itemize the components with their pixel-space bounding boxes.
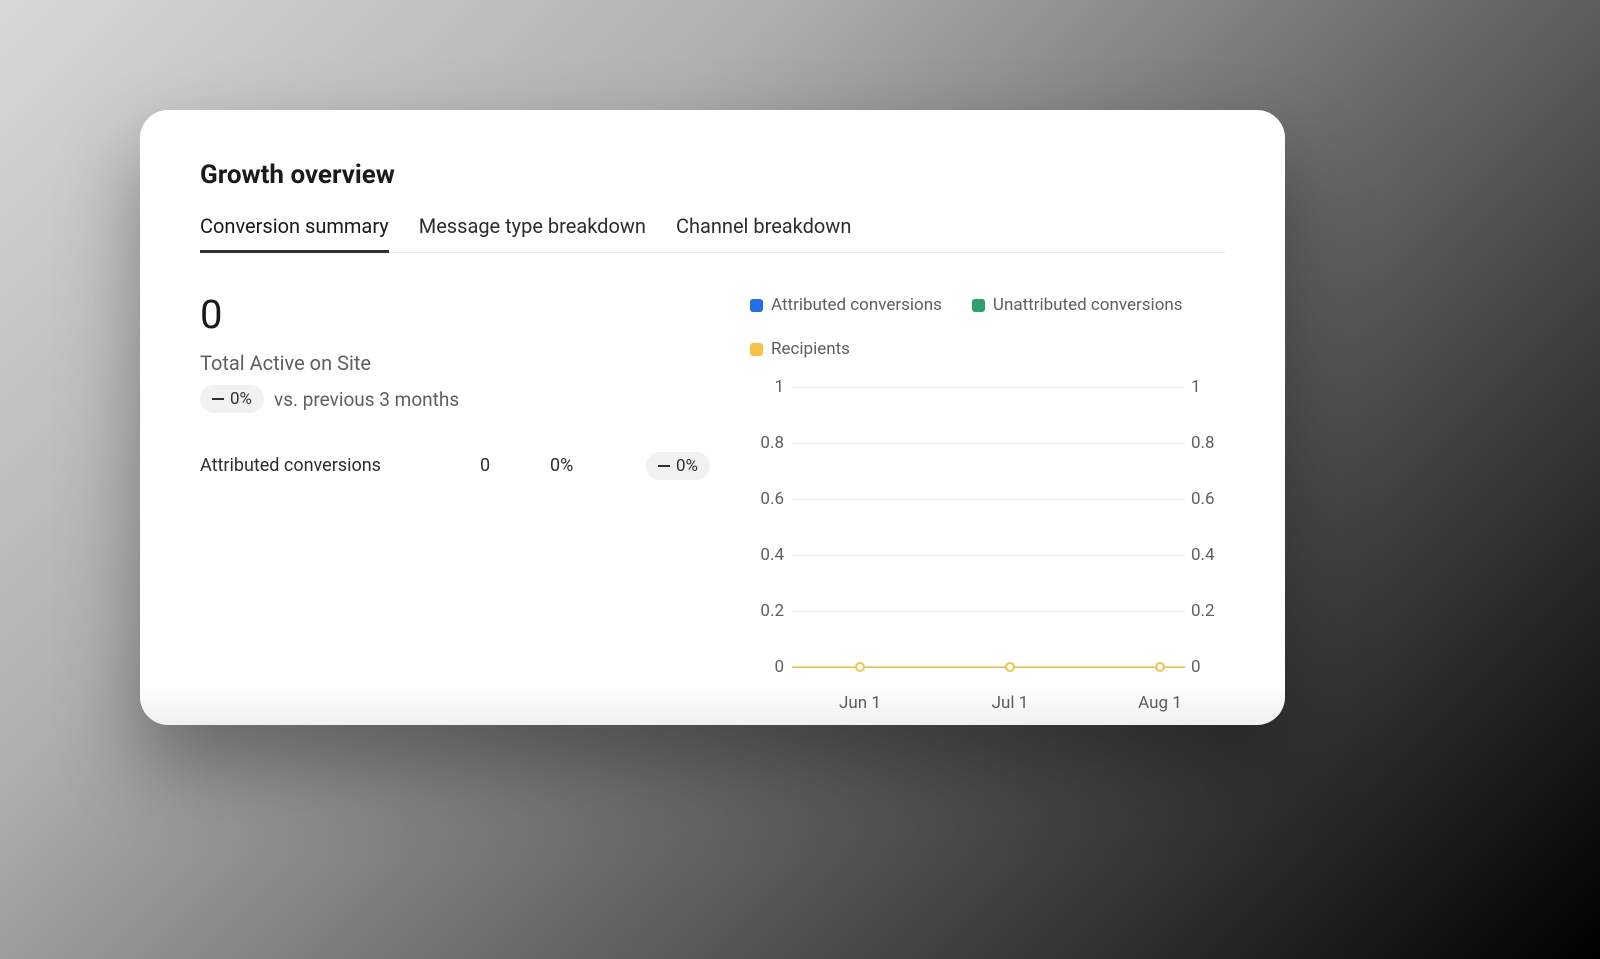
change-pill-attributed-value: 0% xyxy=(676,456,698,476)
legend-unattributed-label: Unattributed conversions xyxy=(993,295,1183,315)
tabs-bar: Conversion summary Message type breakdow… xyxy=(200,214,1225,253)
y2-tick: 0.6 xyxy=(1191,489,1225,509)
total-label: Total Active on Site xyxy=(200,351,710,375)
y-tick: 0 xyxy=(750,657,784,677)
y-tick: 0.6 xyxy=(750,489,784,509)
legend-attributed-label: Attributed conversions xyxy=(771,295,942,315)
trend-flat-icon xyxy=(658,465,670,467)
attributed-row: Attributed conversions 0 0% 0% xyxy=(200,451,710,480)
y-tick: 0.4 xyxy=(750,545,784,565)
change-pill-total: 0% xyxy=(200,385,264,413)
chart-point xyxy=(1155,662,1165,672)
legend-recipients: Recipients xyxy=(750,339,850,359)
y2-tick: 0 xyxy=(1191,657,1225,677)
swatch-blue-icon xyxy=(750,299,763,312)
attributed-value: 0 xyxy=(480,455,550,476)
line-chart: 1 0.8 0.6 0.4 0.2 0 1 0.8 0.6 0.4 0.2 0 … xyxy=(750,377,1225,712)
page-title: Growth overview xyxy=(200,160,1225,190)
content-area: 0 Total Active on Site 0% vs. previous 3… xyxy=(200,295,1225,712)
chart-point xyxy=(1005,662,1015,672)
compare-row: 0% vs. previous 3 months xyxy=(200,385,710,413)
legend-attributed: Attributed conversions xyxy=(750,295,942,315)
change-pill-value: 0% xyxy=(230,389,252,409)
attributed-label: Attributed conversions xyxy=(200,455,480,476)
swatch-green-icon xyxy=(972,299,985,312)
y2-tick: 0.2 xyxy=(1191,601,1225,621)
total-value: 0 xyxy=(200,295,710,335)
tab-channel-breakdown[interactable]: Channel breakdown xyxy=(676,214,851,252)
chart-panel: Attributed conversions Unattributed conv… xyxy=(750,295,1225,712)
trend-flat-icon xyxy=(212,398,224,400)
tab-conversion-summary[interactable]: Conversion summary xyxy=(200,214,389,252)
tab-message-type-breakdown[interactable]: Message type breakdown xyxy=(419,214,646,252)
x-tick: Jul 1 xyxy=(992,693,1029,713)
attributed-percent: 0% xyxy=(550,455,620,476)
y-tick: 1 xyxy=(750,377,784,397)
y-tick: 0.2 xyxy=(750,601,784,621)
growth-overview-card: Growth overview Conversion summary Messa… xyxy=(140,110,1285,725)
compare-text: vs. previous 3 months xyxy=(274,388,459,411)
y-tick: 0.8 xyxy=(750,433,784,453)
summary-panel: 0 Total Active on Site 0% vs. previous 3… xyxy=(200,295,710,712)
series-recipients-line xyxy=(792,666,1185,668)
x-tick: Aug 1 xyxy=(1138,693,1182,713)
chart-point xyxy=(855,662,865,672)
change-pill-attributed: 0% xyxy=(646,452,710,480)
legend-unattributed: Unattributed conversions xyxy=(972,295,1183,315)
x-tick: Jun 1 xyxy=(839,693,881,713)
y2-tick: 0.4 xyxy=(1191,545,1225,565)
legend-recipients-label: Recipients xyxy=(771,339,850,359)
y2-tick: 0.8 xyxy=(1191,433,1225,453)
chart-legend: Attributed conversions Unattributed conv… xyxy=(750,295,1225,359)
swatch-yellow-icon xyxy=(750,343,763,356)
y2-tick: 1 xyxy=(1191,377,1225,397)
